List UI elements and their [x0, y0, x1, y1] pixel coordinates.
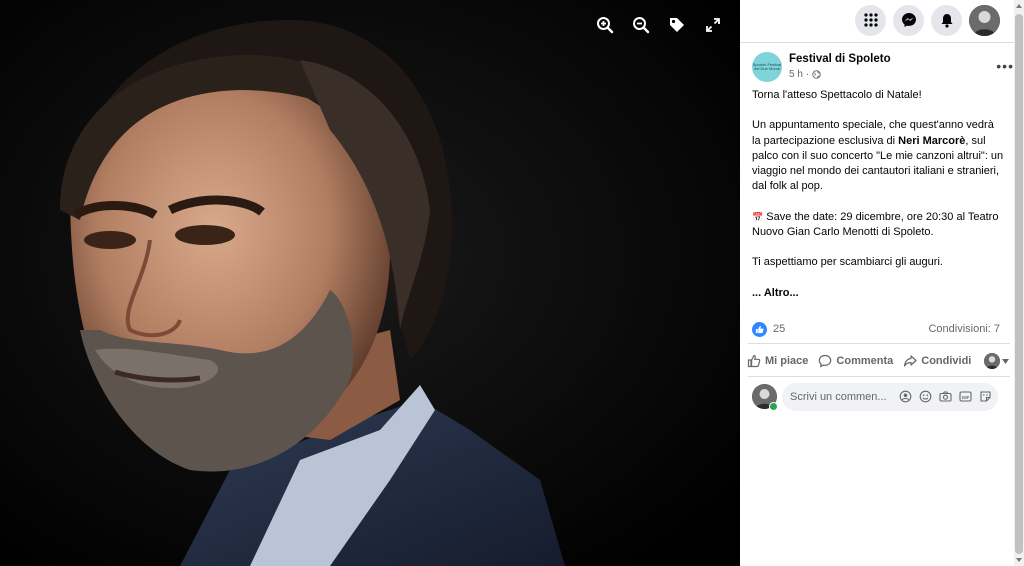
fullscreen-icon[interactable] [700, 12, 726, 38]
page-name[interactable]: Festival di Spoleto [789, 53, 891, 65]
comment-label: Commenta [836, 355, 894, 367]
camera-icon[interactable] [939, 390, 952, 403]
page-avatar-text: Spoleto Festival dei Due Mondi [752, 62, 782, 71]
photo-viewer [0, 0, 740, 566]
calendar-icon: 📅 [752, 211, 764, 222]
shares-count[interactable]: Condivisioni: 7 [928, 323, 1000, 335]
profile-avatar[interactable] [969, 4, 1000, 36]
comment-input[interactable] [790, 383, 890, 411]
chevron-down-icon [1002, 358, 1009, 364]
scroll-thumb[interactable] [1015, 14, 1023, 554]
mention-link[interactable]: Neri Marcorè [898, 135, 965, 147]
comment-box[interactable]: GIF [782, 383, 998, 411]
post-photo [0, 0, 740, 566]
share-icon [904, 355, 917, 367]
share-label: Condividi [921, 355, 972, 367]
globe-icon [812, 70, 821, 79]
post-paragraph: Ti aspettiamo per scambiarci gli auguri. [752, 256, 943, 269]
like-reaction-icon[interactable] [752, 322, 767, 337]
comment-button[interactable]: Commenta [818, 354, 893, 368]
post-paragraph: 📅 Save the date: 29 dicembre, ore 20:30 … [752, 210, 999, 238]
menu-grid-icon[interactable] [855, 4, 886, 36]
emoji-icon[interactable] [919, 390, 932, 403]
post-actions: Mi piace Commenta Condividi [747, 351, 1009, 371]
post-as-selector[interactable] [984, 353, 1009, 369]
comment-composer: GIF [752, 383, 1002, 411]
zoom-in-icon[interactable] [592, 12, 618, 38]
sticker-icon[interactable] [979, 390, 992, 403]
actions-divider-top [748, 343, 1010, 344]
post-paragraph: Torna l'atteso Spettacolo di Natale! [752, 89, 922, 101]
online-status-dot [769, 402, 778, 411]
avatar-sticker-icon[interactable] [899, 390, 912, 403]
comment-icon [819, 354, 832, 368]
see-more-link[interactable]: ... Altro... [752, 287, 799, 299]
more-options-button[interactable]: ••• [996, 58, 1014, 74]
post-time[interactable]: 5 h [789, 69, 803, 80]
svg-text:GIF: GIF [962, 395, 970, 400]
gif-icon[interactable]: GIF [959, 390, 972, 403]
scroll-down-arrow[interactable] [1016, 558, 1022, 562]
notifications-icon[interactable] [931, 4, 962, 36]
comment-tools: GIF [899, 390, 992, 403]
post-text: Torna l'atteso Spettacolo di Natale! Un … [752, 88, 1004, 316]
post-meta: 5 h · [789, 69, 821, 80]
header-divider [740, 42, 1014, 43]
scrollbar[interactable] [1014, 0, 1024, 566]
post-panel: Spoleto Festival dei Due Mondi Festival … [740, 0, 1024, 566]
thumbs-up-icon [747, 354, 761, 368]
post-header: Spoleto Festival dei Due Mondi Festival … [752, 52, 1013, 84]
top-navigation [740, 0, 1024, 40]
reaction-count[interactable]: 25 [773, 323, 785, 335]
tag-icon[interactable] [664, 12, 690, 38]
zoom-out-icon[interactable] [628, 12, 654, 38]
share-button[interactable]: Condividi [903, 354, 971, 368]
like-label: Mi piace [765, 355, 809, 367]
avatar [984, 353, 1000, 369]
like-button[interactable]: Mi piace [747, 354, 808, 368]
messenger-icon[interactable] [893, 4, 924, 36]
actions-divider-bottom [748, 376, 1010, 377]
page-avatar[interactable]: Spoleto Festival dei Due Mondi [752, 52, 782, 82]
post-paragraph: Un appuntamento speciale, che quest'anno… [752, 119, 1004, 193]
reactions-bar: 25 Condivisioni: 7 [752, 321, 1000, 339]
scroll-up-arrow[interactable] [1016, 4, 1022, 8]
